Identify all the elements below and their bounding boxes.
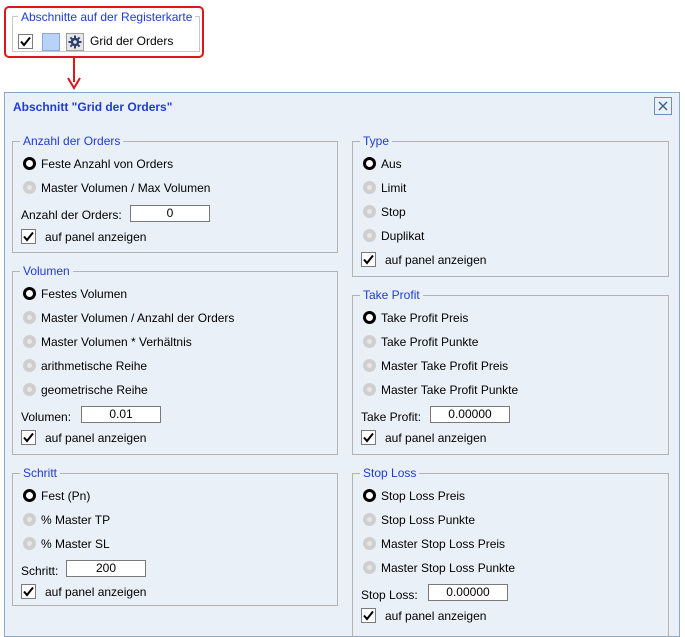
stoploss-option-label: Stop Loss Preis (381, 489, 466, 503)
anzahl-field-label: Anzahl der Orders: (21, 208, 122, 222)
schritt-legend: Schritt (20, 466, 61, 480)
checkmark-icon (363, 254, 374, 265)
anzahl-show-checkbox[interactable] (21, 229, 36, 244)
type-option-label: Limit (381, 181, 407, 195)
type-show-label: auf panel anzeigen (385, 253, 487, 267)
volumen-option-radio[interactable] (23, 383, 36, 396)
checkmark-icon (20, 36, 31, 47)
checkmark-icon (363, 610, 374, 621)
takeprofit-option-label: Take Profit Punkte (381, 335, 479, 349)
schritt-option-radio[interactable] (23, 489, 36, 502)
schritt-option-radio[interactable] (23, 513, 36, 526)
stoploss-option-label: Master Stop Loss Preis (381, 537, 506, 551)
schritt-option-radio[interactable] (23, 537, 36, 550)
panel-title: Abschnitt "Grid der Orders" (13, 100, 173, 114)
takeprofit-option-label: Take Profit Preis (381, 311, 469, 325)
volumen-option-radio[interactable] (23, 335, 36, 348)
type-option-radio[interactable] (363, 229, 376, 242)
schritt-option-label: % Master TP (41, 513, 111, 527)
type-option-radio[interactable] (363, 205, 376, 218)
type-show-checkbox[interactable] (361, 252, 376, 267)
volumen-input[interactable]: 0.01 (81, 406, 161, 423)
takeprofit-option-radio[interactable] (363, 311, 376, 324)
section-name-label: Grid der Orders (90, 34, 174, 48)
takeprofit-show-label: auf panel anzeigen (385, 431, 487, 445)
stoploss-option-radio[interactable] (363, 513, 376, 526)
takeprofit-option-label: Master Take Profit Punkte (381, 383, 519, 397)
stoploss-option-label: Stop Loss Punkte (381, 513, 476, 527)
stoploss-legend: Stop Loss (360, 466, 420, 480)
takeprofit-option-radio[interactable] (363, 335, 376, 348)
volumen-field-label: Volumen: (21, 410, 72, 424)
gear-icon (68, 35, 82, 49)
type-option-label: Stop (381, 205, 406, 219)
arrow-down-icon (67, 58, 81, 90)
volumen-option-label: Master Volumen / Anzahl der Orders (41, 311, 235, 325)
takeprofit-field-label: Take Profit: (361, 410, 422, 424)
schritt-field-label: Schritt: (21, 564, 59, 578)
volumen-show-checkbox[interactable] (21, 430, 36, 445)
stoploss-option-radio[interactable] (363, 537, 376, 550)
anzahl-option-label: Master Volumen / Max Volumen (41, 181, 211, 195)
volumen-option-label: Master Volumen * Verhältnis (41, 335, 192, 349)
type-option-radio[interactable] (363, 157, 376, 170)
schritt-show-checkbox[interactable] (21, 584, 36, 599)
checkmark-icon (23, 586, 34, 597)
checkmark-icon (23, 432, 34, 443)
settings-button[interactable] (66, 33, 84, 51)
schritt-option-label: % Master SL (41, 537, 110, 551)
takeprofit-show-checkbox[interactable] (361, 430, 376, 445)
section-color-swatch[interactable] (42, 33, 60, 51)
stoploss-show-label: auf panel anzeigen (385, 609, 487, 623)
type-legend: Type (360, 134, 393, 148)
takeprofit-input[interactable]: 0.00000 (430, 406, 510, 423)
type-option-label: Duplikat (381, 229, 425, 243)
volumen-show-label: auf panel anzeigen (45, 431, 147, 445)
checkmark-icon (363, 432, 374, 443)
stoploss-field-label: Stop Loss: (361, 588, 418, 602)
type-option-radio[interactable] (363, 181, 376, 194)
anzahl-legend: Anzahl der Orders (20, 134, 124, 148)
takeprofit-option-label: Master Take Profit Preis (381, 359, 509, 373)
volumen-option-radio[interactable] (23, 359, 36, 372)
tab-sections-legend: Abschnitte auf der Registerkarte (18, 10, 196, 24)
takeprofit-option-radio[interactable] (363, 383, 376, 396)
close-icon (658, 101, 668, 111)
schritt-input[interactable]: 200 (66, 560, 146, 577)
volumen-option-radio[interactable] (23, 287, 36, 300)
close-button[interactable] (654, 97, 672, 115)
anzahl-input[interactable]: 0 (130, 205, 210, 222)
stoploss-show-checkbox[interactable] (361, 608, 376, 623)
volumen-legend: Volumen (20, 264, 73, 278)
stoploss-option-radio[interactable] (363, 489, 376, 502)
schritt-show-label: auf panel anzeigen (45, 585, 147, 599)
takeprofit-option-radio[interactable] (363, 359, 376, 372)
section-enabled-checkbox[interactable] (18, 34, 33, 49)
anzahl-show-label: auf panel anzeigen (45, 230, 147, 244)
anzahl-option-label: Feste Anzahl von Orders (41, 157, 174, 171)
takeprofit-legend: Take Profit (360, 288, 423, 302)
anzahl-option-radio[interactable] (23, 181, 36, 194)
volumen-option-label: Festes Volumen (41, 287, 128, 301)
stoploss-input[interactable]: 0.00000 (428, 584, 508, 601)
checkmark-icon (23, 231, 34, 242)
volumen-option-label: arithmetische Reihe (41, 359, 148, 373)
schritt-option-label: Fest (Pn) (41, 489, 91, 503)
stoploss-option-radio[interactable] (363, 561, 376, 574)
volumen-option-label: geometrische Reihe (41, 383, 148, 397)
type-option-label: Aus (381, 157, 402, 171)
stoploss-option-label: Master Stop Loss Punkte (381, 561, 516, 575)
anzahl-option-radio[interactable] (23, 157, 36, 170)
volumen-option-radio[interactable] (23, 311, 36, 324)
